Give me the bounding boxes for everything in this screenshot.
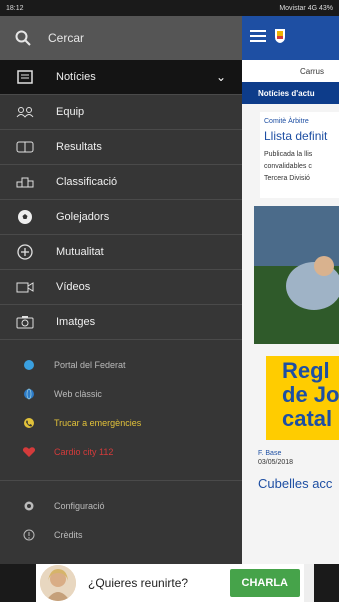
menu-item-noticies[interactable]: Notícies ⌄ [0, 60, 242, 95]
plus-circle-icon [14, 242, 36, 262]
news-headline[interactable]: Cubelles acc [258, 476, 339, 491]
card-line: convalidables c [264, 163, 312, 170]
soccer-ball-icon [14, 207, 36, 227]
content-area: Carrus Notícies d'actu Comitè Àrbitre Ll… [242, 16, 339, 564]
status-bar: 18:12 Movistar 4G 43% [0, 0, 339, 16]
hamburger-menu-icon[interactable] [250, 29, 266, 47]
link-label: Cardio city 112 [54, 446, 114, 457]
federat-icon [22, 358, 36, 372]
divider [0, 480, 242, 481]
card-body: Publicada la llis convalidables c Tercer… [260, 143, 339, 185]
globe-icon [22, 387, 36, 401]
news-category: F. Base [258, 450, 282, 457]
ad-cta-button[interactable]: CHARLA [229, 569, 300, 597]
news-section-header: Notícies d'actu [242, 82, 339, 104]
team-icon [14, 102, 36, 122]
news-icon [14, 67, 36, 87]
menu-item-mutualitat[interactable]: Mutualitat [0, 235, 242, 270]
links-section: Portal del Federat Web clàssic Trucar a … [0, 350, 242, 466]
card-category: Comitè Àrbitre [264, 118, 309, 125]
link-portal-federat[interactable]: Portal del Federat [0, 350, 242, 379]
tab-carrusel[interactable]: Carrus [242, 60, 339, 82]
menu-label: Mutualitat [56, 246, 104, 258]
info-icon [22, 528, 36, 542]
navigation-drawer: Cercar Notícies ⌄ Equip Resultats Classi… [0, 16, 242, 564]
search-row[interactable]: Cercar [0, 16, 242, 60]
news-date: 03/05/2018 [258, 459, 294, 466]
poster-line: Regl [282, 358, 330, 383]
camera-icon [14, 312, 36, 332]
menu-label: Golejadors [56, 211, 110, 223]
link-cardio[interactable]: Cardio city 112 [0, 437, 242, 466]
menu-item-imatges[interactable]: Imatges [0, 305, 242, 340]
news-photo[interactable] [254, 206, 339, 344]
footer-label: Crèdits [54, 529, 83, 540]
link-emergencies[interactable]: Trucar a emergències [0, 408, 242, 437]
poster-line: de Jo [282, 382, 339, 407]
ad-box[interactable]: ¿Quieres reunirte? CHARLA [36, 564, 314, 602]
ad-text: ¿Quieres reunirte? [88, 576, 189, 590]
news-card[interactable]: Comitè Àrbitre Llista definit Publicada … [260, 112, 339, 198]
link-web-classic[interactable]: Web clàssic [0, 379, 242, 408]
search-label: Cercar [48, 31, 85, 45]
footer-credits[interactable]: Crèdits [0, 520, 242, 549]
results-icon [14, 137, 36, 157]
gear-icon [22, 499, 36, 513]
video-icon [14, 277, 36, 297]
link-label: Trucar a emergències [54, 417, 142, 428]
standings-icon [14, 172, 36, 192]
link-label: Portal del Federat [54, 359, 126, 370]
avatar [40, 565, 76, 601]
poster-line: catal [282, 406, 333, 431]
card-line: Publicada la llis [264, 151, 313, 158]
federation-logo-icon [274, 28, 286, 49]
footer-configuracio[interactable]: Configuració [0, 491, 242, 520]
link-label: Web clàssic [54, 388, 102, 399]
menu-label: Notícies [56, 71, 96, 83]
phone-icon [22, 416, 36, 430]
menu-label: Vídeos [56, 281, 91, 293]
menu-label: Classificació [56, 176, 118, 188]
chevron-down-icon[interactable]: ⌄ [216, 70, 226, 84]
footer-label: Configuració [54, 500, 105, 511]
menu-item-resultats[interactable]: Resultats [0, 130, 242, 165]
card-line: Tercera Divisió [264, 175, 310, 182]
ad-info-icon[interactable] [304, 564, 314, 602]
ad-banner: ¿Quieres reunirte? CHARLA [0, 564, 339, 602]
menu-label: Resultats [56, 141, 102, 153]
top-app-bar [242, 16, 339, 60]
status-time: 18:12 [6, 4, 24, 12]
status-right: Movistar 4G 43% [279, 4, 333, 12]
menu-label: Imatges [56, 316, 96, 328]
menu-item-golejadors[interactable]: Golejadors [0, 200, 242, 235]
heart-icon [22, 445, 36, 459]
search-icon [14, 29, 32, 47]
menu-item-classificacio[interactable]: Classificació [0, 165, 242, 200]
menu-label: Equip [56, 106, 85, 118]
rules-poster[interactable]: Regl de Jo catal [266, 356, 339, 440]
menu-item-videos[interactable]: Vídeos [0, 270, 242, 305]
menu-item-equip[interactable]: Equip [0, 95, 242, 130]
card-title: Llista definit [264, 129, 328, 143]
